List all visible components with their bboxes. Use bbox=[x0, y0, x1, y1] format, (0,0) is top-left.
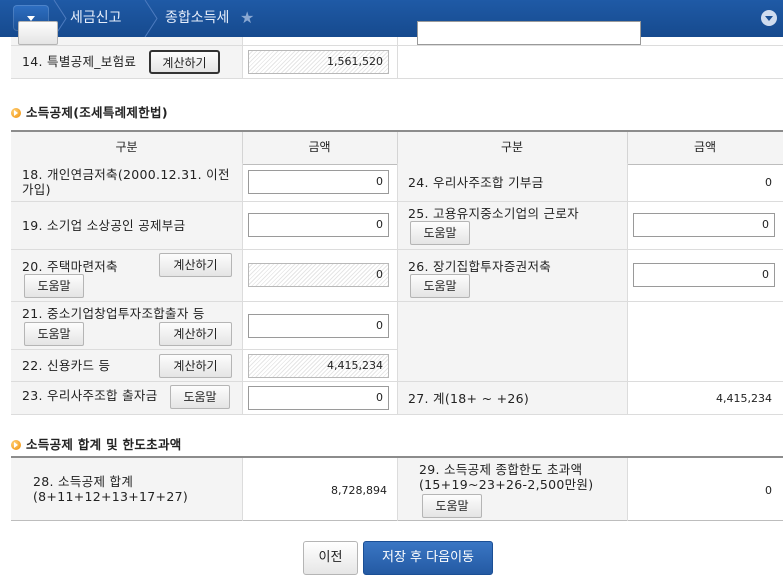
row20-calc-button[interactable]: 계산하기 bbox=[159, 253, 232, 277]
row27-label: 27. 계(18+ ~ +26) bbox=[408, 391, 530, 406]
table-header: 구분 금액 구분 금액 bbox=[11, 130, 783, 165]
row26-help-button[interactable]: 도움말 bbox=[410, 274, 470, 298]
collapse-toggle-button[interactable] bbox=[761, 10, 777, 26]
row19-label: 19. 소기업 소상공인 공제부금 bbox=[22, 218, 186, 233]
row-separator bbox=[11, 201, 783, 202]
divider bbox=[242, 37, 243, 45]
row20-label: 20. 주택마련저축 bbox=[22, 259, 118, 274]
divider bbox=[397, 458, 398, 521]
breadcrumb-item-comprehensive-income-tax[interactable]: 종합소득세 bbox=[165, 0, 229, 37]
row-separator bbox=[11, 381, 783, 382]
row19-input[interactable]: 0 bbox=[248, 213, 389, 237]
header-amount-right: 금액 bbox=[693, 140, 717, 154]
row22-label: 22. 신용카드 등 bbox=[22, 358, 111, 373]
row-separator bbox=[11, 414, 783, 415]
row23-input[interactable]: 0 bbox=[248, 386, 389, 410]
prev-button[interactable]: 이전 bbox=[303, 541, 358, 575]
row14-label: 14. 특별공제_보험료 bbox=[22, 54, 137, 69]
table-row-partial bbox=[11, 21, 783, 46]
total-table: 28. 소득공제 합계(8+11+12+13+17+27) 8,728,894 … bbox=[11, 456, 783, 521]
row24-label: 24. 우리사주조합 기부금 bbox=[408, 175, 544, 190]
row25-label: 25. 고용유지중소기업의 근로자 bbox=[408, 206, 579, 221]
section-bullet-icon bbox=[11, 440, 21, 450]
divider bbox=[242, 46, 243, 78]
row25-input[interactable]: 0 bbox=[633, 213, 775, 237]
section-title-total: 소득공제 합계 및 한도초과액 bbox=[11, 434, 182, 453]
row20-value-field: 0 bbox=[248, 263, 389, 287]
divider bbox=[242, 132, 243, 163]
row14-calc-button[interactable]: 계산하기 bbox=[149, 50, 220, 74]
row22-calc-button[interactable]: 계산하기 bbox=[159, 354, 232, 378]
header-category-left: 구분 bbox=[115, 140, 138, 154]
row21-input[interactable]: 0 bbox=[248, 314, 389, 338]
breadcrumb-item-tax-filing[interactable]: 세금신고 bbox=[70, 0, 122, 37]
favorite-star-icon[interactable]: ★ bbox=[240, 9, 254, 27]
row27-value: 4,415,234 bbox=[716, 392, 772, 405]
chevron-down-icon bbox=[765, 16, 773, 21]
row-separator bbox=[11, 349, 397, 350]
row26-label: 26. 장기집합투자증권저축 bbox=[408, 259, 552, 274]
row29-value: 0 bbox=[765, 484, 772, 497]
row25-help-button[interactable]: 도움말 bbox=[410, 221, 470, 245]
row21-calc-button[interactable]: 계산하기 bbox=[159, 322, 232, 346]
section-title-income-deduction: 소득공제(조세특례제한법) bbox=[11, 102, 168, 121]
row-separator bbox=[11, 301, 783, 302]
divider bbox=[627, 132, 628, 163]
hidden-input-partial[interactable] bbox=[417, 21, 641, 45]
row23-help-button[interactable]: 도움말 bbox=[170, 385, 230, 409]
divider bbox=[397, 37, 398, 45]
row-separator bbox=[11, 249, 783, 250]
row22-value-field: 4,415,234 bbox=[248, 354, 389, 378]
row26-input[interactable]: 0 bbox=[633, 263, 775, 287]
divider bbox=[397, 132, 398, 163]
row28-value: 8,728,894 bbox=[331, 484, 387, 497]
table-row-14: 14. 특별공제_보험료 계산하기 1,561,520 bbox=[11, 46, 783, 79]
divider bbox=[397, 46, 398, 78]
breadcrumb-separator-icon bbox=[144, 0, 158, 37]
row29-label: 29. 소득공제 종합한도 초과액(15+19~23+26-2,500만원) bbox=[419, 462, 594, 492]
row18-input[interactable]: 0 bbox=[248, 170, 389, 194]
row18-label: 18. 개인연금저축(2000.12.31. 이전가입) bbox=[22, 167, 230, 197]
row20-help-button[interactable]: 도움말 bbox=[24, 274, 84, 298]
row29-help-button[interactable]: 도움말 bbox=[422, 494, 482, 518]
section-title-text: 소득공제 합계 및 한도초과액 bbox=[26, 437, 182, 452]
row23-label: 23. 우리사주조합 출자금 bbox=[22, 388, 158, 403]
row28-label: 28. 소득공제 합계(8+11+12+13+17+27) bbox=[33, 474, 189, 504]
section-bullet-icon bbox=[11, 108, 21, 118]
header-amount-left: 금액 bbox=[308, 140, 331, 154]
row24-value: 0 bbox=[765, 176, 772, 189]
save-and-next-button[interactable]: 저장 후 다음이동 bbox=[363, 541, 493, 575]
row21-help-button[interactable]: 도움말 bbox=[24, 322, 84, 346]
header-category-right: 구분 bbox=[500, 140, 524, 154]
row21-label: 21. 중소기업창업투자조합출자 등 bbox=[22, 306, 205, 321]
section-title-text: 소득공제(조세특례제한법) bbox=[26, 105, 168, 120]
hidden-button-partial[interactable] bbox=[18, 21, 58, 45]
top-nav-bar: 세금신고 종합소득세 ★ bbox=[0, 0, 783, 37]
row14-value-field: 1,561,520 bbox=[248, 50, 389, 74]
divider bbox=[242, 458, 243, 521]
